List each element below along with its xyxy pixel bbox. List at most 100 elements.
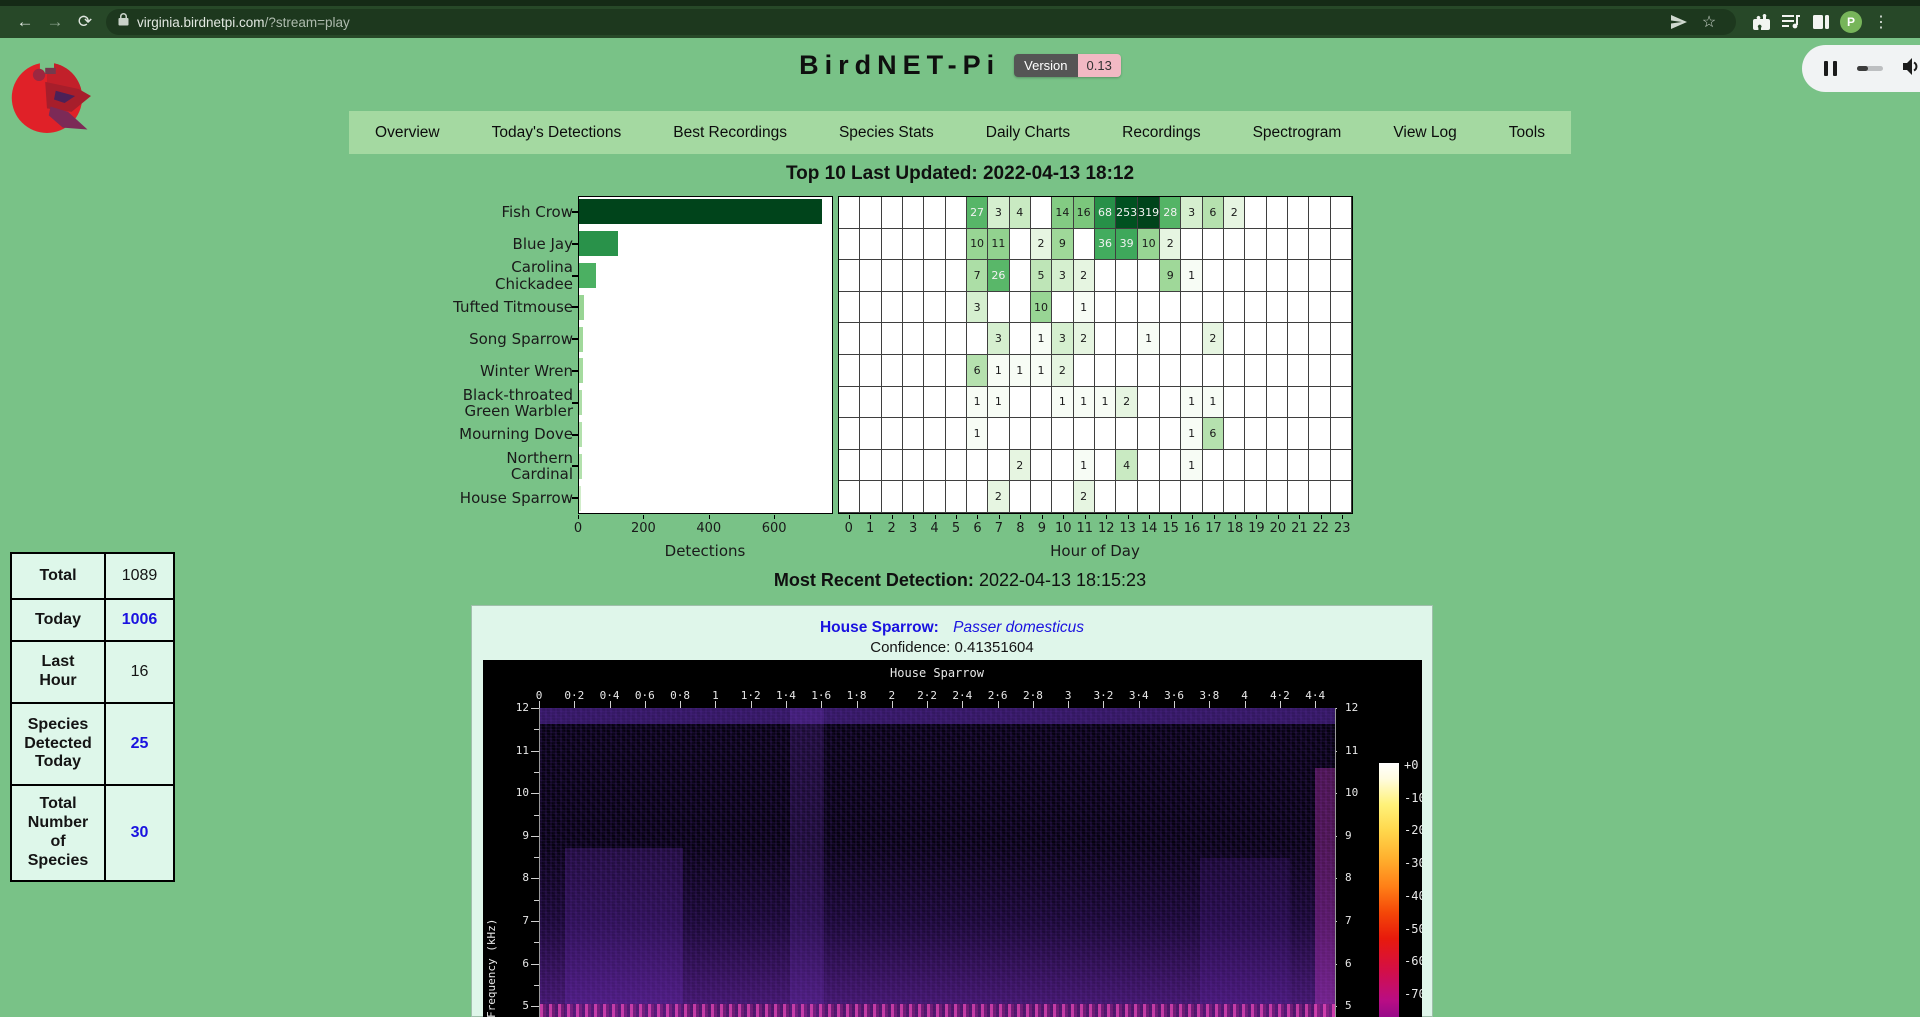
- heatmap-cell: [882, 418, 903, 450]
- heatmap-cell: [903, 355, 924, 387]
- playlist-icon[interactable]: [1776, 15, 1806, 29]
- heatmap-cell: 3: [1052, 323, 1073, 355]
- colorbar-tick-label: -60: [1404, 954, 1422, 968]
- heatmap-cell: 1: [1074, 450, 1095, 482]
- heatmap-cell: 1: [1203, 387, 1224, 419]
- heatmap-cell: [1010, 481, 1031, 513]
- spectrogram-freq-tick: [531, 964, 539, 965]
- audio-player[interactable]: [1802, 45, 1920, 92]
- nav-item-tools[interactable]: Tools: [1483, 124, 1571, 142]
- stats-value[interactable]: 25: [105, 703, 174, 785]
- hour-xtick-mark: [999, 515, 1000, 519]
- heatmap-cell: [1203, 481, 1224, 513]
- heatmap-cell: [1288, 418, 1309, 450]
- heatmap-cell: [1267, 418, 1288, 450]
- detection-scientific-name-link[interactable]: Passer domesticus: [953, 619, 1084, 636]
- heatmap-cell: 4: [1116, 450, 1138, 482]
- stats-value[interactable]: 30: [105, 785, 174, 881]
- heatmap-cell: [1095, 323, 1116, 355]
- heatmap-cell: [882, 450, 903, 482]
- spectrogram-time-tick: [998, 701, 999, 708]
- heatmap-cell: [1245, 260, 1266, 292]
- heatmap-cell: [1288, 292, 1309, 324]
- heatmap-cell: 11: [988, 229, 1009, 261]
- heatmap-cell: [1224, 387, 1245, 419]
- heatmap-cell: [1010, 387, 1031, 419]
- bar-category-label: Tufted Titmouse: [425, 291, 573, 323]
- heatmap-cell: 1: [967, 387, 988, 419]
- heatmap-cell: [1309, 229, 1330, 261]
- heatmap-cell: [1160, 418, 1181, 450]
- spectrogram-time-tick: [539, 701, 540, 708]
- browser-chrome: ← → ⟳ virginia.birdnetpi.com/?stream=pla…: [0, 0, 1920, 38]
- bar-category-label: Fish Crow: [425, 196, 573, 228]
- heatmap-cell: [1245, 450, 1266, 482]
- heatmap-cell: [1224, 418, 1245, 450]
- hour-xtick-label: 22: [1313, 521, 1330, 536]
- audio-seek-slider[interactable]: [1857, 66, 1883, 71]
- detection-common-name-link[interactable]: House Sparrow:: [820, 619, 939, 636]
- heatmap-cell: 39: [1116, 229, 1138, 261]
- nav-item-recordings[interactable]: Recordings: [1096, 124, 1226, 142]
- heatmap-cell: [903, 260, 924, 292]
- heatmap-cell: [1116, 355, 1138, 387]
- spectrogram-time-tick: [574, 701, 575, 708]
- extensions-puzzle-icon[interactable]: [1746, 14, 1776, 31]
- stats-value[interactable]: 1006: [105, 599, 174, 641]
- hour-xtick-label: 20: [1270, 521, 1287, 536]
- hour-xtick-label: 11: [1076, 521, 1093, 536]
- bar-xtick-label: 200: [631, 521, 656, 536]
- top10-chart: Fish CrowBlue JayCarolina ChickadeeTufte…: [425, 193, 1355, 565]
- bar-category-label: Blue Jay: [425, 228, 573, 260]
- heatmap-cell: [882, 481, 903, 513]
- pause-button[interactable]: [1824, 61, 1837, 76]
- nav-item-best-recordings[interactable]: Best Recordings: [647, 124, 813, 142]
- heatmap-cell: [903, 292, 924, 324]
- spectrogram-energy-column: [1200, 858, 1290, 1017]
- hour-xtick-label: 0: [845, 521, 853, 536]
- nav-item-overview[interactable]: Overview: [349, 124, 466, 142]
- url-text: virginia.birdnetpi.com/?stream=play: [137, 15, 350, 30]
- spectrogram-freq-label: 6: [1345, 957, 1373, 970]
- heatmap-cell: [988, 418, 1009, 450]
- nav-item-today-s-detections[interactable]: Today's Detections: [466, 124, 648, 142]
- heatmap-cell: [860, 481, 881, 513]
- nav-item-view-log[interactable]: View Log: [1367, 124, 1482, 142]
- heatmap-cell: [1181, 323, 1202, 355]
- heatmap-cell: [1160, 355, 1181, 387]
- heatmap-cell: 3: [967, 292, 988, 324]
- heatmap-cell: 1: [1181, 387, 1202, 419]
- spectrogram-title: House Sparrow: [890, 666, 984, 680]
- back-icon[interactable]: ←: [10, 12, 40, 32]
- address-bar[interactable]: virginia.birdnetpi.com/?stream=play ☆: [106, 9, 1736, 35]
- side-panel-icon[interactable]: [1806, 15, 1836, 29]
- heatmap-cell: [924, 450, 945, 482]
- nav-item-species-stats[interactable]: Species Stats: [813, 124, 960, 142]
- nav-item-spectrogram[interactable]: Spectrogram: [1227, 124, 1368, 142]
- stats-row: Species Detected Today25: [11, 703, 174, 785]
- spectrogram-time-tick: [1245, 701, 1246, 708]
- heatmap-cell: 1: [1074, 292, 1095, 324]
- heatmap-cell: 14: [1052, 197, 1073, 229]
- nav-item-daily-charts[interactable]: Daily Charts: [960, 124, 1096, 142]
- reload-icon[interactable]: ⟳: [70, 12, 100, 32]
- heatmap-cell: [860, 292, 881, 324]
- spectrogram-plot-area: [539, 708, 1336, 1017]
- heatmap-cell: [1267, 355, 1288, 387]
- profile-avatar[interactable]: P: [1836, 11, 1866, 33]
- menu-icon[interactable]: ⋮: [1866, 12, 1896, 32]
- most-recent-heading: Most Recent Detection: 2022-04-13 18:15:…: [0, 570, 1920, 591]
- heatmap-cell: [1309, 450, 1330, 482]
- spectrogram-freq-label: 5: [1345, 999, 1373, 1012]
- heatmap-cell: 6: [967, 355, 988, 387]
- volume-icon[interactable]: [1903, 58, 1920, 80]
- bar: [579, 358, 583, 383]
- share-icon[interactable]: [1664, 15, 1694, 29]
- heatmap-cell: [1245, 481, 1266, 513]
- bookmark-star-icon[interactable]: ☆: [1694, 12, 1724, 32]
- heatmap-cell: [1116, 481, 1138, 513]
- spectrogram-freq-tick: [531, 836, 539, 837]
- forward-icon[interactable]: →: [40, 12, 70, 32]
- heatmap-cell: 10: [1138, 229, 1160, 261]
- hour-xtick-label: 21: [1291, 521, 1308, 536]
